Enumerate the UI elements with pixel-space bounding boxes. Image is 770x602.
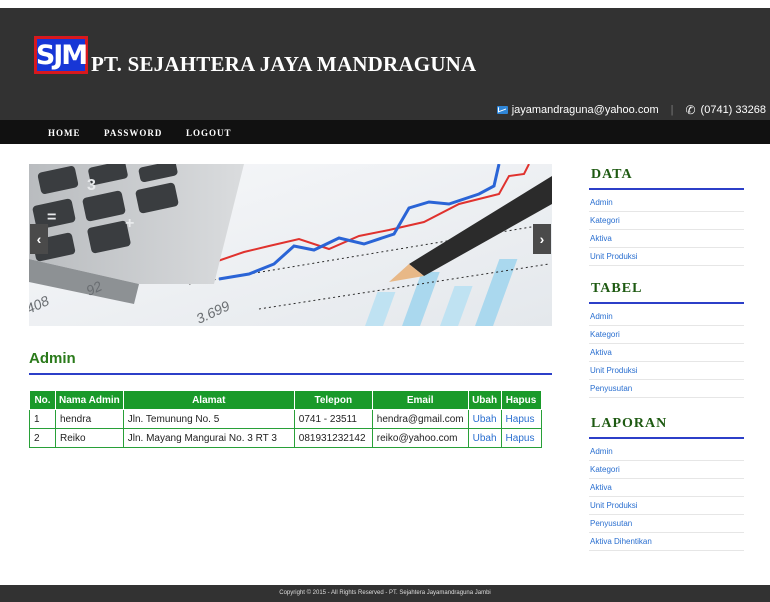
sidebar-divider	[589, 437, 744, 439]
column-header: Hapus	[500, 390, 542, 410]
edit-link[interactable]: Ubah	[467, 409, 502, 429]
cell-nama: Reiko	[55, 428, 124, 448]
delete-link[interactable]: Hapus	[500, 409, 542, 429]
slider-prev-button[interactable]: ‹	[30, 224, 48, 254]
main-nav: HOME PASSWORD LOGOUT	[0, 120, 770, 144]
table-header-row: No. Nama Admin Alamat Telepon Email Ubah…	[29, 390, 542, 410]
svg-text:3: 3	[87, 177, 96, 194]
sidebar-item-laporan-unit-produksi[interactable]: Unit Produksi	[589, 497, 744, 515]
sidebar-item-tabel-aktiva[interactable]: Aktiva	[589, 344, 744, 362]
nav-logout[interactable]: LOGOUT	[186, 128, 232, 138]
nav-home[interactable]: HOME	[48, 128, 81, 138]
mail-icon	[496, 106, 508, 114]
sidebar: DATA Admin Kategori Aktiva Unit Produksi…	[589, 160, 744, 551]
column-header: No.	[29, 390, 56, 410]
footer: Copyright © 2015 - All Rights Reserved -…	[0, 585, 770, 602]
contact-separator: |	[670, 104, 674, 116]
column-header: Email	[371, 390, 469, 410]
cell-telepon: 081931232142	[293, 428, 373, 448]
sidebar-item-laporan-penyusutan[interactable]: Penyusutan	[589, 515, 744, 533]
cell-telepon: 0741 - 23511	[293, 409, 373, 429]
sidebar-item-laporan-admin[interactable]: Admin	[589, 443, 744, 461]
company-logo[interactable]: SJM	[34, 36, 88, 74]
svg-text:+: +	[125, 215, 134, 232]
sidebar-title-laporan: LAPORAN	[591, 416, 668, 431]
top-strip	[0, 0, 770, 8]
contact-email[interactable]: jayamandraguna@yahoo.com	[512, 104, 659, 116]
edit-link[interactable]: Ubah	[467, 428, 502, 448]
sidebar-divider	[589, 188, 744, 190]
image-slider: 3 = + 408 92 3.699	[29, 164, 552, 326]
sidebar-divider	[589, 302, 744, 304]
table-row: 2 Reiko Jln. Mayang Mangurai No. 3 RT 3 …	[29, 428, 542, 448]
cell-no: 2	[29, 428, 56, 448]
cell-alamat: Jln. Temunung No. 5	[122, 409, 295, 429]
sidebar-title-data: DATA	[591, 167, 633, 182]
sidebar-item-tabel-unit-produksi[interactable]: Unit Produksi	[589, 362, 744, 380]
sidebar-title-tabel: TABEL	[591, 281, 643, 296]
delete-link[interactable]: Hapus	[500, 428, 542, 448]
sidebar-item-laporan-aktiva-dihentikan[interactable]: Aktiva Dihentikan	[589, 533, 744, 551]
sidebar-item-data-admin[interactable]: Admin	[589, 194, 744, 212]
sidebar-item-tabel-kategori[interactable]: Kategori	[589, 326, 744, 344]
contact-phone: (0741) 33268	[700, 104, 766, 116]
cell-nama: hendra	[55, 409, 124, 429]
column-header: Alamat	[122, 390, 295, 410]
sidebar-item-laporan-kategori[interactable]: Kategori	[589, 461, 744, 479]
title-divider	[29, 373, 552, 375]
sidebar-item-laporan-aktiva[interactable]: Aktiva	[589, 479, 744, 497]
cell-alamat: Jln. Mayang Mangurai No. 3 RT 3	[122, 428, 295, 448]
sidebar-item-data-aktiva[interactable]: Aktiva	[589, 230, 744, 248]
column-header: Nama Admin	[55, 390, 124, 410]
column-header: Telepon	[293, 390, 373, 410]
nav-password[interactable]: PASSWORD	[104, 128, 162, 138]
slide-image: 3 = + 408 92 3.699	[29, 164, 552, 326]
slider-next-button[interactable]: ›	[533, 224, 551, 254]
sidebar-item-tabel-admin[interactable]: Admin	[589, 308, 744, 326]
cell-email: reiko@yahoo.com	[371, 428, 469, 448]
phone-icon: ✆	[685, 103, 696, 117]
column-header: Ubah	[467, 390, 502, 410]
cell-email: hendra@gmail.com	[371, 409, 469, 429]
admin-table: No. Nama Admin Alamat Telepon Email Ubah…	[29, 390, 542, 448]
page-title: Admin	[29, 350, 76, 367]
sidebar-item-data-unit-produksi[interactable]: Unit Produksi	[589, 248, 744, 266]
site-header: SJM PT. SEJAHTERA JAYA MANDRAGUNA jayama…	[0, 8, 770, 120]
svg-text:=: =	[47, 209, 56, 226]
cell-no: 1	[29, 409, 56, 429]
table-row: 1 hendra Jln. Temunung No. 5 0741 - 2351…	[29, 409, 542, 429]
sidebar-item-data-kategori[interactable]: Kategori	[589, 212, 744, 230]
sidebar-item-tabel-penyusutan[interactable]: Penyusutan	[589, 380, 744, 398]
contact-info: jayamandraguna@yahoo.com | ✆ (0741) 3326…	[496, 103, 766, 117]
company-name: PT. SEJAHTERA JAYA MANDRAGUNA	[91, 52, 477, 76]
